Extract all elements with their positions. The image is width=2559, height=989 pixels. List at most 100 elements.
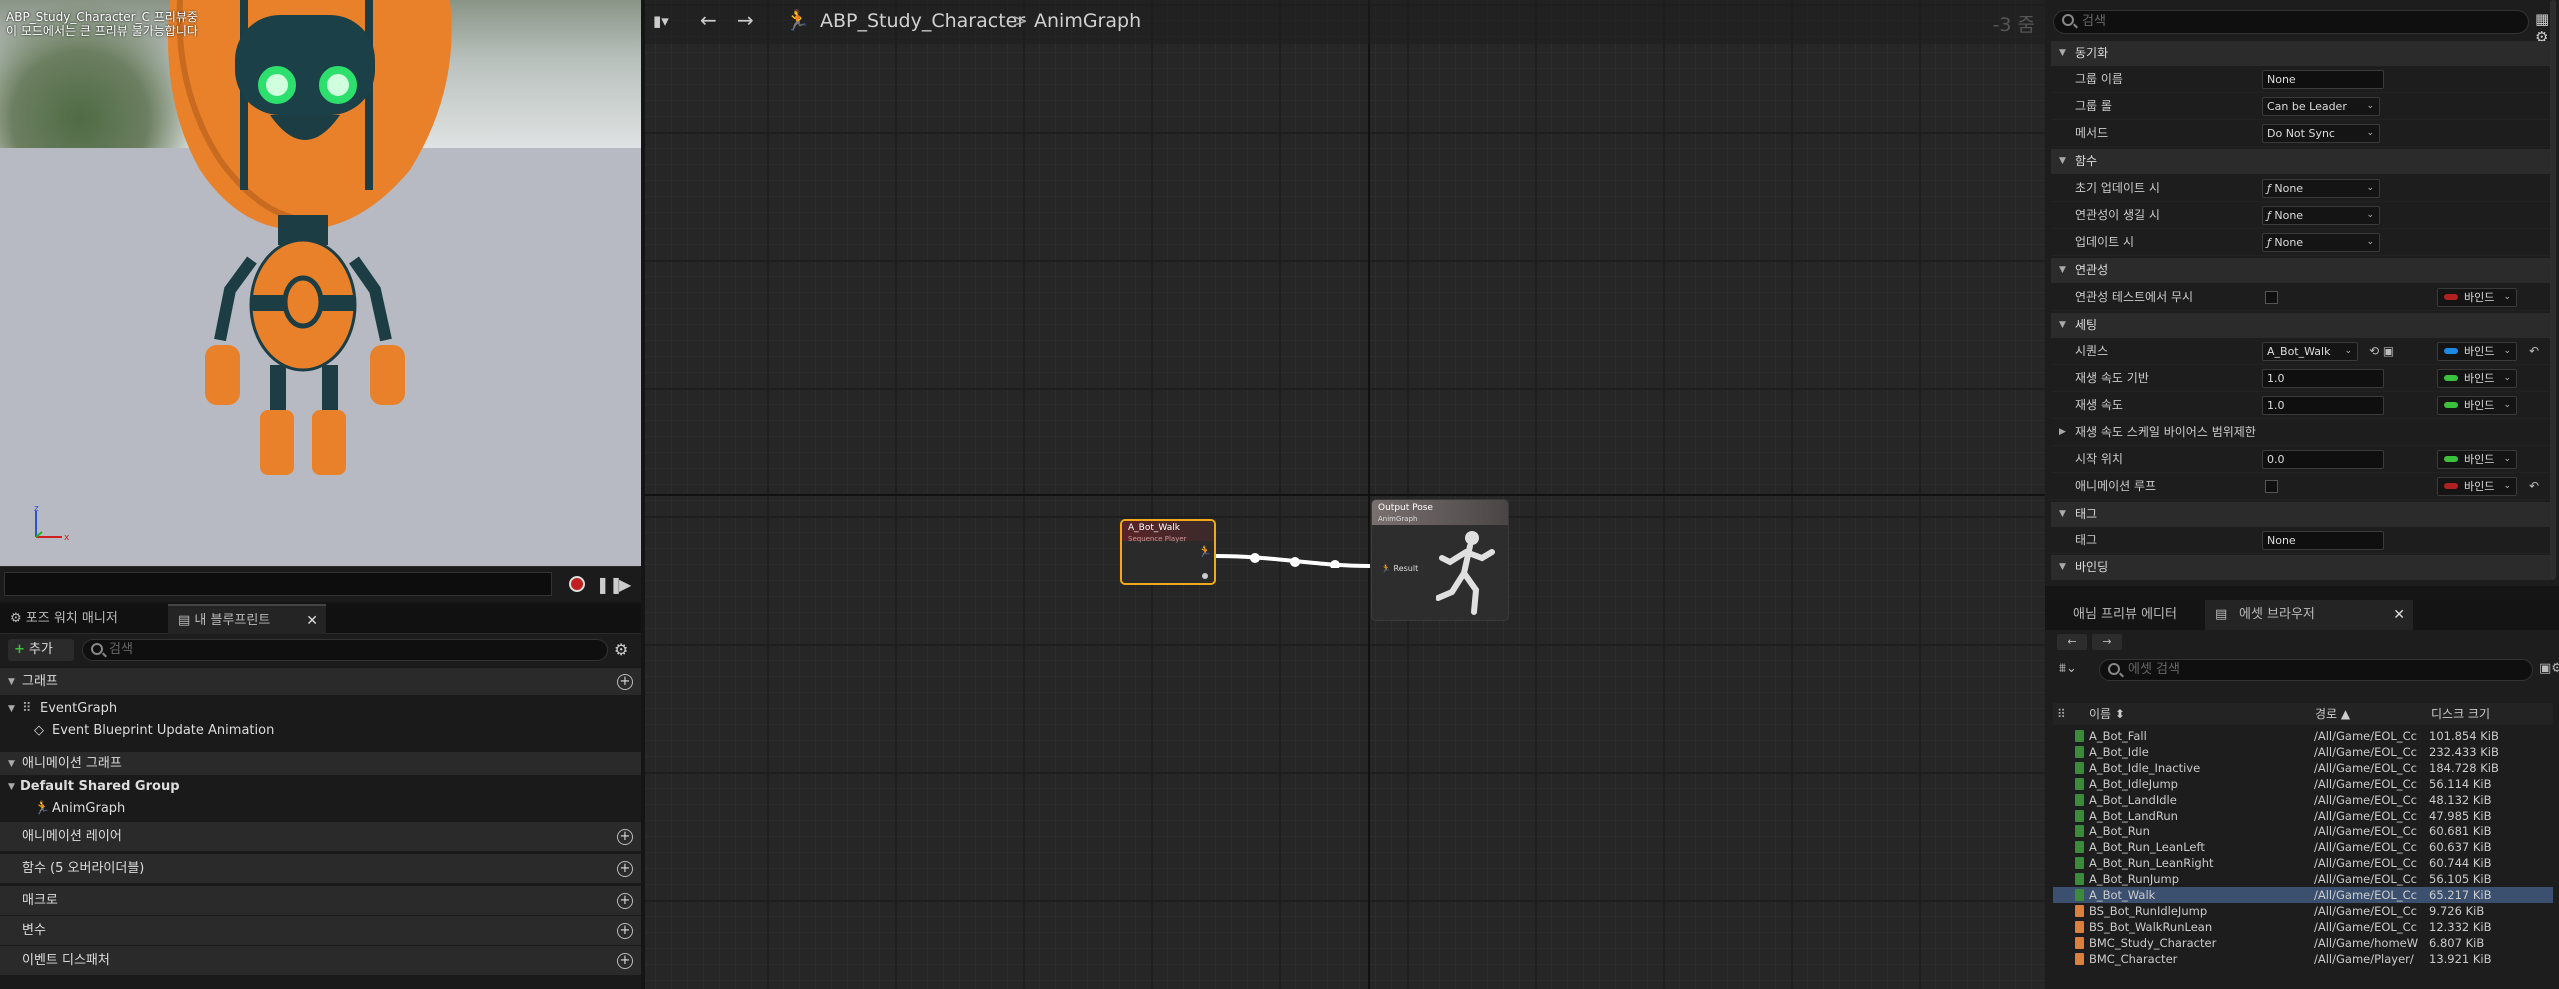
section-binding[interactable]: ▼ 바인딩 [2051, 555, 2551, 580]
on-update-dropdown[interactable]: ƒ None ⌄ [2262, 233, 2380, 252]
section-tag[interactable]: ▼ 태그 [2051, 502, 2551, 527]
result-pin[interactable]: 🏃 Result [1381, 564, 1418, 573]
details-scrollbar[interactable] [2550, 0, 2556, 580]
group-name-field[interactable]: None [2262, 70, 2384, 89]
timeline-scrub[interactable] [4, 572, 552, 596]
tab-pose-watch[interactable]: ⚙ 포즈 워치 매니저 [0, 604, 160, 634]
col-path[interactable]: 경로 ▲ [2315, 703, 2350, 725]
asset-row[interactable]: BS_Bot_RunIdleJump/All/Game/EOL_Cc 9.726 … [2053, 903, 2553, 919]
asset-row[interactable]: A_Bot_LandIdle/All/Game/EOL_Cc 48.132 KiB [2053, 792, 2553, 808]
sequence-dropdown[interactable]: A_Bot_Walk ⌄ [2262, 342, 2358, 361]
bind-dropdown[interactable]: 바인드 ⌄ [2437, 450, 2517, 469]
back-arrow-icon[interactable]: ← [700, 8, 717, 32]
asset-row[interactable]: BMC_Study_Character/All/Game/homeW 6.807 … [2053, 935, 2553, 951]
tag-field[interactable]: None [2262, 531, 2384, 550]
anim-graph-canvas[interactable]: ▮▾ ← → 🏃 ABP_Study_Character > AnimGraph… [645, 0, 2045, 989]
start-position-field[interactable]: 0.0 [2262, 450, 2384, 469]
bind-dropdown[interactable]: 바인드 ⌄ [2437, 342, 2517, 361]
section-graph[interactable]: ▼ 그래프 + [0, 668, 641, 696]
tab-asset-browser[interactable]: ▤ 에셋 브라우저 ✕ [2205, 600, 2413, 630]
tab-anim-preview-editor[interactable]: 애님 프리뷰 에디터 [2045, 600, 2205, 630]
asset-row[interactable]: A_Bot_Run_LeanRight/All/Game/EOL_Cc 60.74… [2053, 855, 2553, 871]
asset-row[interactable]: A_Bot_Idle_Inactive/All/Game/EOL_Cc 184.7… [2053, 760, 2553, 776]
play-rate-basis-field[interactable]: 1.0 [2262, 369, 2384, 388]
bind-label: 바인드 [2464, 480, 2495, 493]
section-relevancy[interactable]: ▼ 연관성 [2051, 258, 2551, 283]
section-sync[interactable]: ▼ 동기화 [2051, 41, 2551, 66]
add-layer-icon[interactable]: + [617, 829, 633, 845]
method-dropdown[interactable]: Do Not Sync ⌄ [2262, 124, 2380, 143]
section-macros[interactable]: 매크로 + [0, 886, 641, 916]
forward-arrow-icon[interactable]: → [2092, 634, 2122, 650]
section-functions[interactable]: ▼ 함수 [2051, 149, 2551, 174]
close-icon[interactable]: ✕ [2393, 600, 2405, 630]
section-settings[interactable]: ▼ 세팅 [2051, 313, 2551, 338]
close-icon[interactable]: ✕ [306, 606, 318, 636]
list-item-default-shared-group[interactable]: ▼ Default Shared Group [0, 776, 641, 798]
asset-row[interactable]: A_Bot_Idle/All/Game/EOL_Cc 232.433 KiB [2053, 744, 2553, 760]
reset-arrow-icon[interactable]: ↶ [2529, 473, 2539, 500]
asset-row[interactable]: A_Bot_Walk/All/Game/EOL_Cc 65.217 KiB [2053, 887, 2553, 903]
section-functions[interactable]: 함수 (5 오버라이더블) + [0, 854, 641, 884]
asset-row[interactable]: BMC_Character/All/Game/Player/13.921 KiB [2053, 951, 2553, 967]
forward-arrow-icon[interactable]: → [737, 8, 754, 32]
asset-row[interactable]: A_Bot_IdleJump/All/Game/EOL_Cc 56.114 KiB [2053, 776, 2553, 792]
asset-browser-panel: 애님 프리뷰 에디터 ▤ 에셋 브라우저 ✕ ← → ⩩⌄ 에셋 검색 ▣⚙ ⠿ 이… [2045, 600, 2559, 989]
preview-viewport[interactable]: ABP_Study_Character_C 프리뷰중 이 모드에서는 큰 프리뷰… [0, 0, 641, 566]
columns-icon[interactable]: ⠿ [2057, 703, 2066, 725]
tab-my-blueprint[interactable]: ▤ 내 블루프린트 ✕ [168, 604, 326, 634]
play-icon[interactable]: ▶ [619, 575, 631, 594]
settings-icon[interactable]: ▣⚙ [2539, 661, 2559, 676]
list-item-anim-graph[interactable]: 🏃 AnimGraph [0, 798, 641, 820]
record-icon[interactable] [569, 576, 585, 592]
bind-dropdown[interactable]: 바인드 ⌄ [2437, 396, 2517, 415]
bind-dropdown[interactable]: 바인드 ⌄ [2437, 288, 2517, 307]
browse-icon[interactable]: ⟲ ▣ [2369, 338, 2394, 365]
blueprint-search-input[interactable]: 검색 [82, 639, 608, 661]
bind-label: 바인드 [2464, 372, 2495, 385]
asset-search-input[interactable]: 에셋 검색 [2099, 659, 2533, 681]
add-graph-icon[interactable]: + [617, 674, 633, 690]
row-play-rate-scale[interactable]: ▶ 재생 속도 스케일 바이어스 범위제한 [2051, 419, 2551, 446]
asset-row[interactable]: A_Bot_LandRun/All/Game/EOL_Cc 47.985 KiB [2053, 808, 2553, 824]
asset-row[interactable]: A_Bot_Run/All/Game/EOL_Cc 60.681 KiB [2053, 823, 2553, 839]
bookmark-icon[interactable]: ▮▾ [653, 12, 669, 30]
asset-row[interactable]: A_Bot_RunJump/All/Game/EOL_Cc 56.105 KiB [2053, 871, 2553, 887]
section-anim-layer[interactable]: 애니메이션 레이어 + [0, 822, 641, 852]
add-dispatcher-icon[interactable]: + [617, 953, 633, 969]
section-anim-graph[interactable]: ▼ 애니메이션 그래프 [0, 752, 641, 776]
list-item-event-graph[interactable]: ▼ ⠿ EventGraph [0, 698, 641, 720]
add-button[interactable]: + 추가 [8, 639, 74, 661]
bind-dropdown[interactable]: 바인드 ⌄ [2437, 477, 2517, 496]
asset-path: /All/Game/homeW [2314, 935, 2419, 950]
pose-pin-icon[interactable]: 🏃 [1198, 545, 1212, 558]
play-rate-field[interactable]: 1.0 [2262, 396, 2384, 415]
output-pose-node[interactable]: Output Pose AnimGraph 🏃 Result [1371, 499, 1509, 621]
ignore-relevancy-checkbox[interactable] [2265, 291, 2278, 304]
loop-checkbox[interactable] [2265, 480, 2278, 493]
asset-row[interactable]: A_Bot_Fall/All/Game/EOL_Cc 101.854 KiB [2053, 728, 2553, 744]
section-dispatchers[interactable]: 이벤트 디스패처 + [0, 946, 641, 976]
initial-update-dropdown[interactable]: ƒ None ⌄ [2262, 179, 2380, 198]
col-name[interactable]: 이름 ⬍ [2089, 703, 2125, 725]
breadcrumb-graph[interactable]: AnimGraph [1034, 10, 1141, 32]
breadcrumb-blueprint[interactable]: ABP_Study_Character [820, 10, 1025, 32]
list-item-event-update[interactable]: ◇ Event Blueprint Update Animation [0, 720, 641, 742]
asset-row[interactable]: BS_Bot_WalkRunLean/All/Game/EOL_Cc 12.332… [2053, 919, 2553, 935]
details-search-input[interactable]: 검색 [2053, 10, 2529, 34]
filter-icon[interactable]: ⩩⌄ [2059, 661, 2077, 676]
section-variables[interactable]: 변수 + [0, 916, 641, 946]
asset-type-icon [2075, 936, 2084, 949]
become-relevant-dropdown[interactable]: ƒ None ⌄ [2262, 206, 2380, 225]
bind-dropdown[interactable]: 바인드 ⌄ [2437, 369, 2517, 388]
col-size[interactable]: 디스크 크기 [2431, 703, 2490, 725]
reset-arrow-icon[interactable]: ↶ [2529, 338, 2539, 365]
back-arrow-icon[interactable]: ← [2057, 634, 2087, 650]
add-function-icon[interactable]: + [617, 861, 633, 877]
sequence-player-node[interactable]: A_Bot_Walk Sequence Player 🏃 [1120, 519, 1216, 585]
gear-icon[interactable]: ⚙ [614, 640, 628, 659]
group-role-dropdown[interactable]: Can be Leader ⌄ [2262, 97, 2380, 116]
add-macro-icon[interactable]: + [617, 893, 633, 909]
asset-row[interactable]: A_Bot_Run_LeanLeft/All/Game/EOL_Cc 60.637… [2053, 839, 2553, 855]
add-variable-icon[interactable]: + [617, 923, 633, 939]
